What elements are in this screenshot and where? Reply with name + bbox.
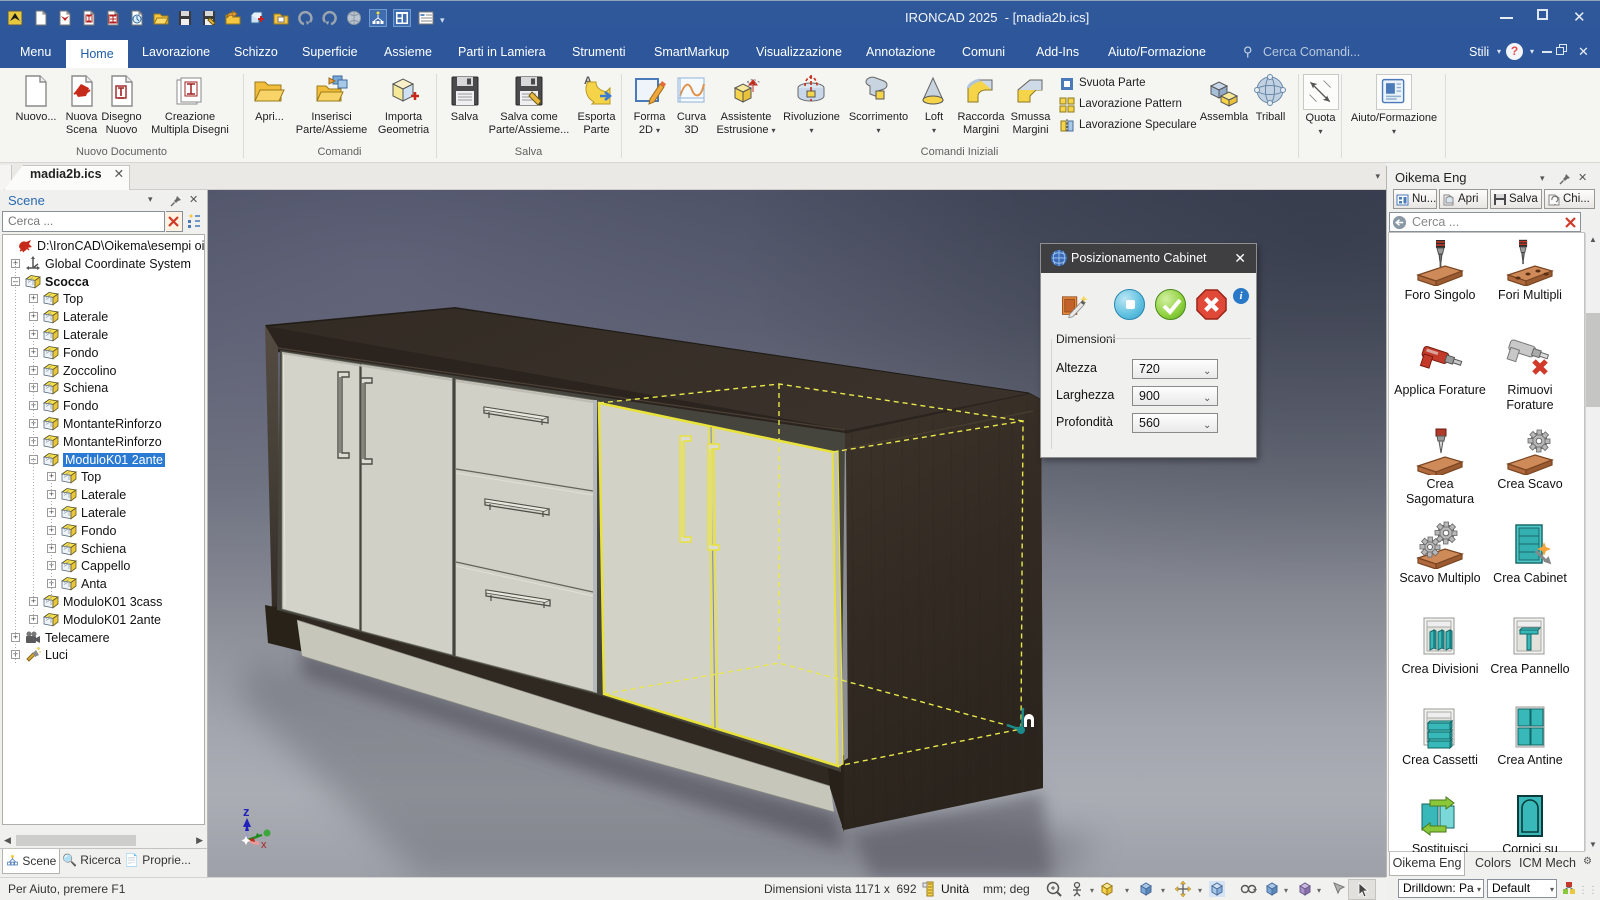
svg-text:x: x — [261, 839, 267, 851]
svg-text:z: z — [243, 804, 250, 819]
